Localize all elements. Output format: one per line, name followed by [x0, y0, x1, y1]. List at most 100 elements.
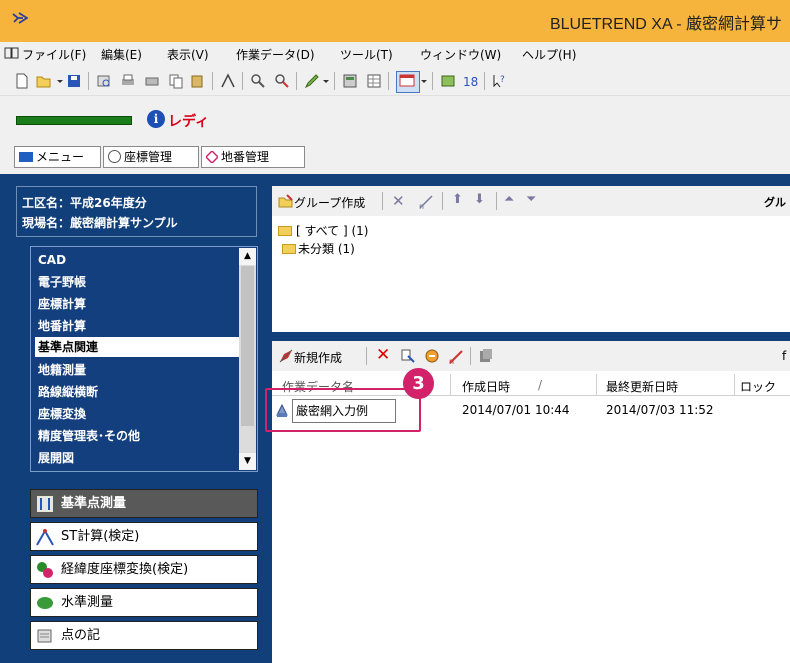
- leveling-icon: [35, 593, 55, 613]
- menu-list-item[interactable]: 座標変換: [35, 404, 240, 424]
- menu-list-item[interactable]: 地番計算: [35, 316, 240, 336]
- tool-label: 経緯度座標変換(検定): [61, 562, 189, 577]
- tool-leveling[interactable]: 水準測量: [30, 588, 258, 617]
- group-uncategorized[interactable]: 未分類 (1): [298, 240, 355, 257]
- callout-highlight-box: [265, 388, 421, 432]
- measure-icon[interactable]: [220, 73, 236, 89]
- st-calc-icon: [35, 527, 55, 547]
- menu-help[interactable]: ヘルプ(H): [522, 46, 576, 63]
- menu-list-item[interactable]: 電子野帳: [35, 272, 240, 292]
- help-pointer-icon[interactable]: ?: [492, 73, 508, 89]
- table-icon[interactable]: [366, 73, 382, 89]
- folder-icon: [282, 244, 296, 254]
- rename-icon[interactable]: n: [418, 194, 434, 211]
- data-toolbar: 新規作成 ✕ n f: [272, 341, 790, 371]
- delete-icon[interactable]: ✕: [392, 192, 405, 210]
- menu-tools[interactable]: ツール(T): [340, 46, 393, 63]
- toolbar-divider: [212, 72, 213, 90]
- tool-latlon-conversion[interactable]: 経緯度座標変換(検定): [30, 555, 258, 584]
- tool-control-point-survey[interactable]: 基準点測量: [30, 489, 258, 518]
- menu-list-item[interactable]: 展開図: [35, 448, 240, 468]
- tab-lot-management[interactable]: 地番管理: [201, 146, 305, 168]
- menu-window[interactable]: ウィンドウ(W): [420, 46, 501, 63]
- calculator-icon[interactable]: [342, 73, 358, 89]
- svg-text:n: n: [449, 357, 454, 365]
- chevron-down-icon[interactable]: [420, 73, 428, 89]
- book-icon[interactable]: [4, 46, 20, 60]
- chevron-down-icon[interactable]: [56, 73, 64, 89]
- save-icon[interactable]: [66, 73, 82, 89]
- toolbar-divider: [470, 347, 471, 365]
- tool-point-note[interactable]: 点の記: [30, 621, 258, 650]
- column-divider: [734, 374, 735, 396]
- svg-text:n: n: [419, 202, 424, 210]
- toolbar-divider: [388, 72, 389, 90]
- menu-tab-icon: [19, 152, 33, 162]
- new-file-icon[interactable]: [14, 73, 30, 89]
- paste-icon[interactable]: [190, 73, 206, 89]
- column-divider: [450, 374, 451, 396]
- new-data-button[interactable]: 新規作成: [294, 349, 342, 366]
- group-all[interactable]: [ すべて ] (1): [296, 222, 369, 239]
- tool-st-calc[interactable]: ST計算(検定): [30, 522, 258, 551]
- column-divider: [596, 374, 597, 396]
- menu-workdata[interactable]: 作業データ(D): [236, 46, 315, 63]
- tool-label: 基準点測量: [61, 496, 127, 511]
- menu-list-item[interactable]: 路線縦横断: [35, 382, 240, 402]
- menu-list-item[interactable]: 座標計算: [35, 294, 240, 314]
- menu-view[interactable]: 表示(V): [167, 46, 209, 63]
- menu-list-item[interactable]: 精度管理表･その他: [35, 426, 240, 446]
- tab-coordinate-management[interactable]: 座標管理: [103, 146, 199, 168]
- number-icon[interactable]: 18: [462, 73, 478, 89]
- progress-bar: [16, 116, 132, 125]
- replace-icon[interactable]: [274, 73, 290, 89]
- column-header-created[interactable]: 作成日時: [462, 378, 510, 395]
- coordinate-icon: [108, 150, 121, 163]
- tab-menu[interactable]: メニュー: [14, 146, 101, 168]
- menu-file[interactable]: ファイル(F): [22, 46, 86, 63]
- tab-menu-label: メニュー: [36, 150, 85, 164]
- group-toolbar: グループ作成 ✕ n ⬆ ⬇ ⏶ ⏷ グル: [272, 186, 790, 216]
- copy-data-icon[interactable]: [400, 348, 416, 364]
- menu-list-item[interactable]: 地籍測量: [35, 360, 240, 380]
- search-icon[interactable]: [250, 73, 266, 89]
- toolbar-divider: [442, 192, 443, 210]
- scroll-down-button[interactable]: ▼: [239, 453, 256, 470]
- arrow-up-icon[interactable]: ⬆: [452, 192, 463, 207]
- app-icon[interactable]: [12, 10, 29, 26]
- menu-list-item-selected[interactable]: 基準点関連: [35, 337, 240, 357]
- move-bottom-icon[interactable]: ⏷: [526, 192, 536, 207]
- copy-icon[interactable]: [168, 73, 184, 89]
- export-icon[interactable]: [478, 348, 494, 364]
- chevron-down-icon[interactable]: [322, 73, 330, 89]
- site-name: 現場名：厳密網計算サンプル: [22, 216, 178, 230]
- edit-icon[interactable]: [304, 73, 320, 89]
- window-layout-icon[interactable]: [396, 71, 420, 93]
- menu-edit[interactable]: 編集(E): [101, 46, 142, 63]
- settings-icon[interactable]: [440, 73, 456, 89]
- tool-label: 点の記: [61, 628, 101, 643]
- group-create-button[interactable]: グループ作成: [294, 194, 365, 211]
- info-icon: i: [147, 110, 165, 128]
- column-header-lock[interactable]: ロック: [740, 378, 776, 395]
- toolbar-divider: [432, 72, 433, 90]
- column-header-updated[interactable]: 最終更新日時: [606, 378, 678, 395]
- delete-icon[interactable]: ✕: [376, 345, 390, 365]
- print-icon[interactable]: [120, 73, 136, 89]
- tool-label: ST計算(検定): [61, 529, 140, 544]
- rename-icon[interactable]: n: [448, 349, 464, 366]
- folder-icon: [278, 226, 292, 236]
- open-folder-icon[interactable]: [36, 73, 52, 89]
- site-info-panel: 工区名：平成26年度分 現場名：厳密網計算サンプル: [16, 186, 257, 237]
- scrollbar-thumb[interactable]: [241, 266, 254, 426]
- move-top-icon[interactable]: ⏶: [504, 192, 514, 207]
- import-icon[interactable]: [424, 348, 440, 364]
- printer-setup-icon[interactable]: [144, 73, 160, 89]
- print-preview-icon[interactable]: [96, 73, 112, 89]
- group-panel-right-label: グル: [764, 196, 786, 209]
- arrow-down-icon[interactable]: ⬇: [474, 192, 485, 207]
- scroll-up-button[interactable]: ▲: [239, 248, 256, 265]
- cell-updated: 2014/07/03 11:52: [606, 403, 714, 417]
- menu-list-item[interactable]: CAD: [35, 250, 240, 270]
- latlon-icon: [35, 560, 55, 580]
